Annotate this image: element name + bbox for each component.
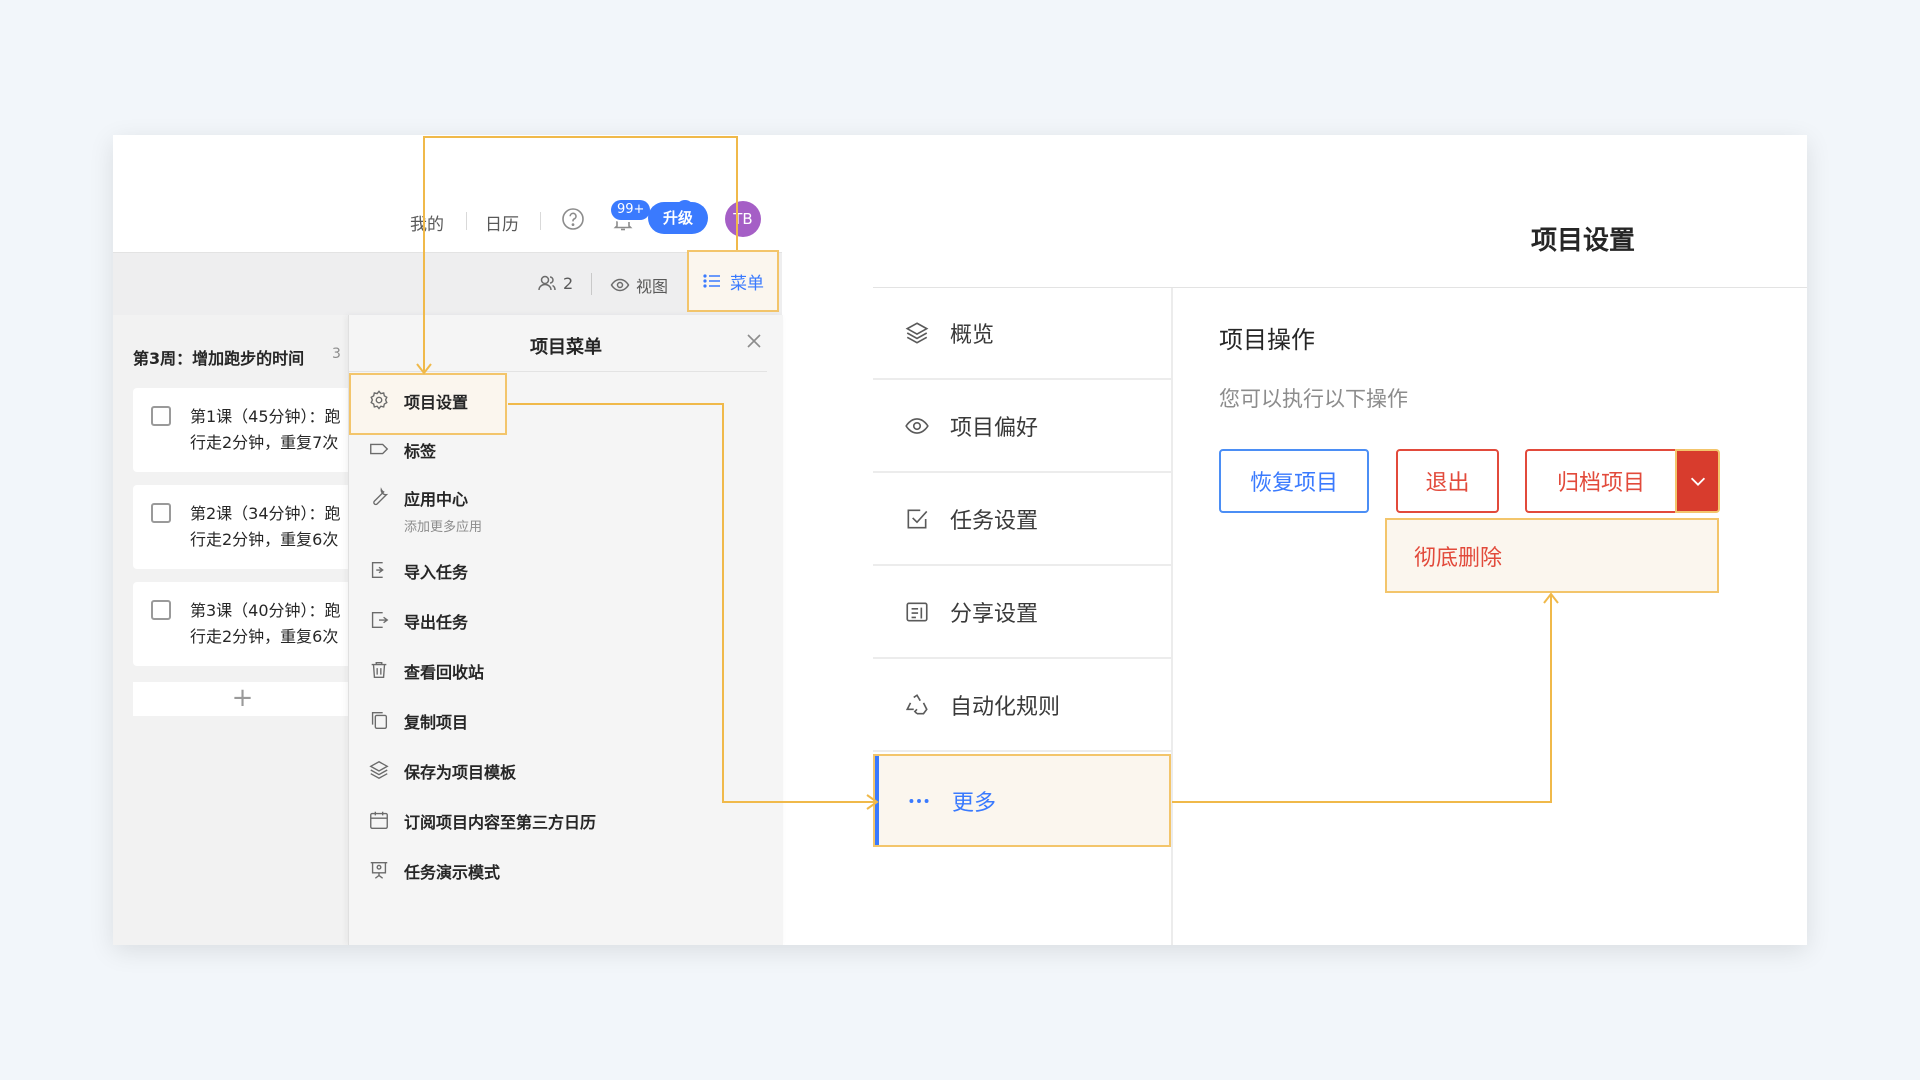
menu-item-presentation-mode[interactable]: 任务演示模式 (368, 859, 500, 883)
menu-item-import-tasks[interactable]: 导入任务 (368, 559, 468, 583)
checkbox-icon (907, 509, 928, 529)
members-button[interactable]: 2 (537, 273, 573, 293)
members-icon (538, 275, 556, 291)
menu-item-label: 任务演示模式 (404, 863, 501, 882)
task-card[interactable]: 第3课（40分钟）：跑 行走2分钟，重复6次 (133, 582, 352, 666)
settings-nav-automation[interactable]: 自动化规则 (873, 660, 1171, 752)
board-column: 第3周：增加跑步的时间 3 第1课（45分钟）：跑 行走2分钟，重复7次 第2课… (113, 315, 352, 945)
menu-item-label: 标签 (404, 442, 437, 461)
settings-nav-label: 任务设置 (950, 509, 1039, 534)
members-count: 2 (563, 273, 574, 293)
archive-dropdown-toggle[interactable] (1675, 449, 1720, 513)
notification-badge: 99+ (611, 200, 651, 220)
menu-item-label: 项目设置 (404, 393, 469, 412)
settings-nav-overview[interactable]: 概览 (873, 288, 1171, 380)
gear-icon (370, 390, 388, 410)
active-indicator (875, 756, 879, 845)
screenshot-canvas: 我的 日历 99+ 3 升级 TB 2 (113, 135, 1807, 945)
task-card[interactable]: 第2课（34分钟）：跑 行走2分钟，重复6次 (133, 485, 352, 569)
menu-item-subscribe-calendar[interactable]: 订阅项目内容至第三方日历 (368, 809, 596, 833)
archive-project-button[interactable]: 归档项目 (1525, 449, 1675, 513)
settings-title: 项目设置 (1530, 226, 1635, 256)
add-task-button[interactable]: + (133, 682, 352, 716)
delete-permanently-option[interactable]: 彻底删除 (1385, 518, 1719, 593)
export-icon (371, 611, 389, 629)
menu-item-save-template[interactable]: 保存为项目模板 (368, 759, 516, 783)
wrench-icon (373, 487, 389, 506)
trash-icon (371, 661, 387, 679)
column-title: 第3周：增加跑步的时间 (133, 349, 305, 368)
project-toolbar: 2 视图 (113, 252, 782, 315)
task-detail: 行走2分钟，重复6次 (190, 627, 339, 646)
operations-title: 项目操作 (1219, 326, 1315, 354)
task-title: 第1课（45分钟）：跑 (190, 407, 341, 426)
menu-item-tags[interactable]: 标签 (368, 438, 436, 462)
operations-description: 您可以执行以下操作 (1219, 387, 1408, 411)
eye-icon (610, 278, 630, 292)
menu-button[interactable]: 菜单 (687, 250, 779, 312)
task-title: 第3课（40分钟）：跑 (190, 601, 341, 620)
nav-my[interactable]: 我的 (410, 210, 444, 235)
settings-nav-label: 自动化规则 (950, 695, 1061, 720)
menu-item-label: 导出任务 (404, 613, 469, 632)
menu-item-app-center[interactable]: 应用中心 添加更多应用 (368, 486, 482, 535)
chevron-down-icon (1690, 477, 1705, 486)
settings-nav-share-settings[interactable]: 分享设置 (873, 567, 1171, 659)
task-card[interactable]: 第1课（45分钟）：跑 行走2分钟，重复7次 (133, 388, 352, 472)
menu-item-label: 订阅项目内容至第三方日历 (404, 813, 597, 832)
project-menu-list: 项目设置 标签 应用中心 添加更多应用 导入任务 导出任务 查看回收站 复制项目… (348, 315, 782, 945)
task-title: 第2课（34分钟）：跑 (190, 504, 341, 523)
import-icon (371, 561, 384, 579)
menu-item-recycle-bin[interactable]: 查看回收站 (368, 659, 484, 683)
settings-sidebar: 概览 项目偏好 任务设置 分享设置 自动化规则 更多 (873, 288, 1173, 945)
view-label: 视图 (636, 277, 669, 296)
top-navigation: 我的 日历 99+ 3 升级 TB (113, 135, 782, 252)
task-checkbox[interactable] (151, 600, 171, 620)
list-icon (703, 274, 720, 288)
task-checkbox[interactable] (151, 503, 171, 523)
column-count: 3 (332, 346, 341, 362)
layers-icon (369, 760, 389, 780)
restore-project-button[interactable]: 恢复项目 (1219, 449, 1369, 513)
menu-item-label: 保存为项目模板 (404, 763, 517, 782)
eye-icon (905, 418, 929, 434)
more-icon (909, 798, 929, 803)
settings-nav-label: 更多 (952, 790, 997, 816)
nav-calendar[interactable]: 日历 (485, 210, 519, 235)
tag-icon (370, 443, 389, 455)
menu-item-sublabel: 添加更多应用 (404, 520, 483, 535)
settings-nav-label: 项目偏好 (950, 416, 1039, 441)
task-detail: 行走2分钟，重复7次 (190, 433, 339, 452)
calendar-icon (370, 811, 388, 829)
menu-item-project-settings[interactable]: 项目设置 (368, 389, 468, 413)
menu-label: 菜单 (730, 273, 764, 294)
task-checkbox[interactable] (151, 406, 171, 426)
menu-item-copy-project[interactable]: 复制项目 (368, 709, 468, 733)
layers-icon (905, 322, 929, 344)
settings-nav-preferences[interactable]: 项目偏好 (873, 381, 1171, 473)
view-button[interactable]: 视图 (610, 273, 668, 297)
settings-nav-label: 分享设置 (950, 602, 1039, 627)
menu-item-label: 查看回收站 (404, 663, 485, 682)
share-card-icon (906, 602, 928, 622)
help-icon[interactable] (561, 207, 585, 235)
menu-item-label: 应用中心 (404, 490, 469, 509)
toolbar-separator (591, 273, 592, 295)
presentation-icon (370, 861, 388, 879)
settings-nav-task-settings[interactable]: 任务设置 (873, 474, 1171, 566)
menu-item-label: 复制项目 (404, 713, 469, 732)
menu-item-export-tasks[interactable]: 导出任务 (368, 609, 468, 633)
recycle-icon (905, 694, 928, 715)
exit-project-button[interactable]: 退出 (1396, 449, 1499, 513)
nav-separator (466, 212, 467, 230)
upgrade-button[interactable]: 升级 (648, 202, 708, 234)
copy-icon (371, 711, 388, 729)
task-detail: 行走2分钟，重复6次 (190, 530, 339, 549)
avatar[interactable]: TB (725, 201, 761, 237)
settings-nav-label: 概览 (950, 323, 995, 348)
nav-separator (540, 212, 541, 230)
settings-nav-more[interactable]: 更多 (873, 754, 1171, 847)
menu-item-label: 导入任务 (404, 563, 469, 582)
